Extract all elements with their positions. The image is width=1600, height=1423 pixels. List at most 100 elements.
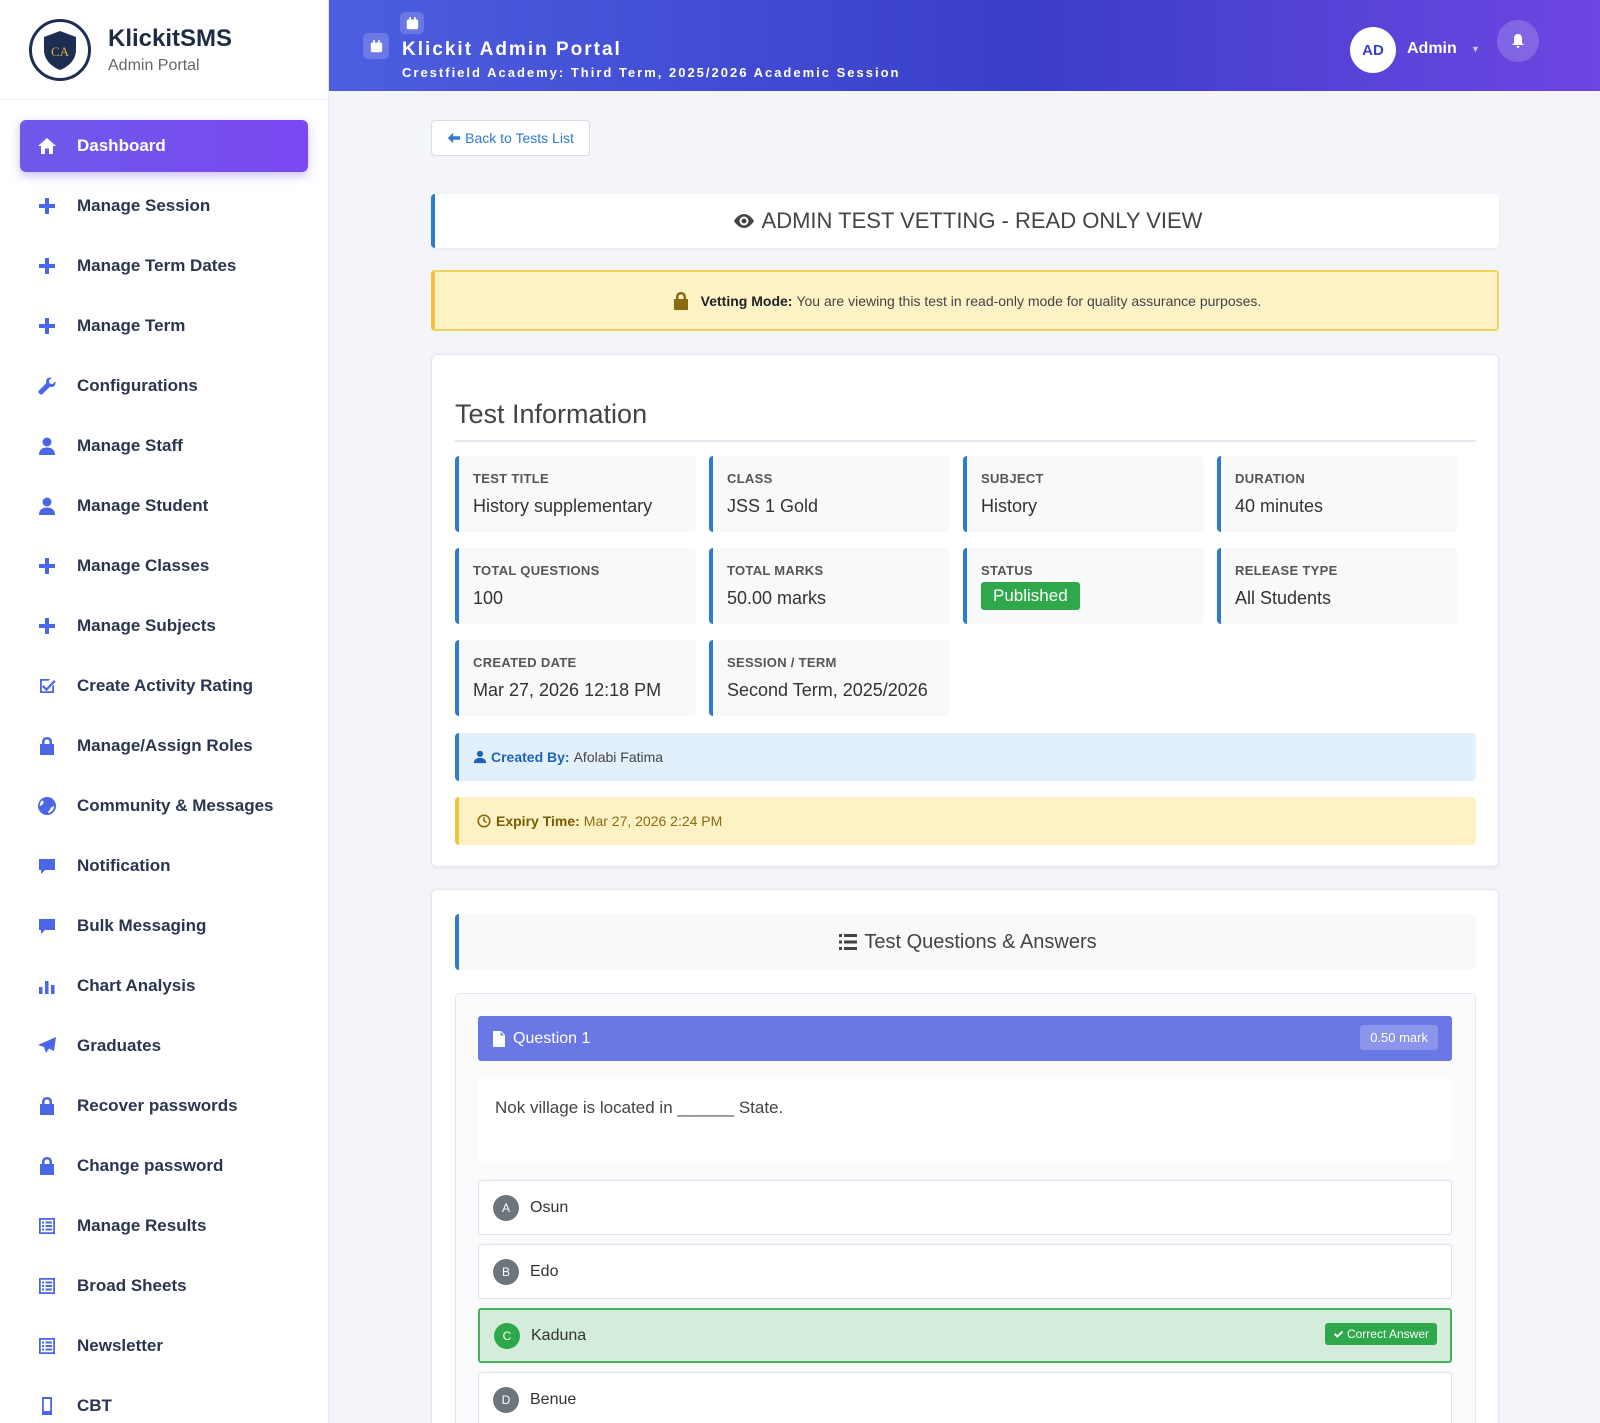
option-letter: A [493, 1194, 519, 1221]
expiry-time-alert: Expiry Time: Mar 27, 2026 2:24 PM [455, 797, 1476, 845]
plus-icon [36, 255, 58, 277]
plus-icon [36, 195, 58, 217]
sidebar-item-cbt[interactable]: CBT [20, 1380, 308, 1423]
correct-answer-label: Correct Answer [1346, 1327, 1429, 1341]
sidebar-item-label: Dashboard [77, 136, 166, 155]
plus-icon [36, 555, 58, 577]
send-icon [36, 1035, 58, 1057]
info-tile-status: STATUS Published [963, 548, 1204, 624]
vetting-mode-alert: Vetting Mode: You are viewing this test … [431, 270, 1499, 331]
user-menu[interactable]: Admin [1407, 40, 1457, 58]
sidebar-item-label: Graduates [77, 1036, 162, 1055]
sidebar-item-newsletter[interactable]: Newsletter [20, 1320, 308, 1372]
sidebar-item-label: Manage/Assign Roles [77, 736, 253, 755]
clock-icon [477, 814, 491, 828]
sidebar-item-manage-assign-roles[interactable]: Manage/Assign Roles [20, 720, 308, 772]
field-value: JSS 1 Gold [727, 496, 819, 516]
lock-icon [36, 735, 58, 757]
field-label: TOTAL MARKS [727, 563, 824, 578]
sidebar-item-configurations[interactable]: Configurations [20, 360, 308, 412]
field-value: 40 minutes [1235, 496, 1324, 516]
field-value: Second Term, 2025/2026 [727, 680, 928, 700]
expiry-label: Expiry Time: [496, 813, 580, 829]
brand[interactable]: CA KlickitSMS Admin Portal [0, 0, 328, 100]
info-tile-total-marks: TOTAL MARKS 50.00 marks [709, 548, 950, 624]
sidebar-item-label: Manage Results [77, 1216, 207, 1235]
field-label: RELEASE TYPE [1235, 563, 1338, 578]
sidebar-item-manage-student[interactable]: Manage Student [20, 480, 308, 532]
sidebar-item-manage-subjects[interactable]: Manage Subjects [20, 600, 308, 652]
list-alt-icon [36, 1275, 58, 1297]
sidebar-item-label: Manage Subjects [77, 616, 216, 635]
info-tile-total-questions: TOTAL QUESTIONS 100 [455, 548, 696, 624]
vetting-heading-text: ADMIN TEST VETTING - READ ONLY VIEW [761, 208, 1203, 233]
sidebar-item-label: Manage Student [77, 496, 209, 515]
sidebar-item-create-activity-rating[interactable]: Create Activity Rating [20, 660, 308, 712]
back-to-tests-button[interactable]: Back to Tests List [431, 120, 590, 156]
arrow-left-icon [448, 132, 461, 144]
avatar[interactable]: AD [1350, 27, 1396, 73]
sidebar-item-chart-analysis[interactable]: Chart Analysis [20, 960, 308, 1012]
bell-icon[interactable] [1497, 20, 1539, 62]
sidebar-item-label: Newsletter [77, 1336, 163, 1355]
session-subtitle: Crestfield Academy: Third Term, 2025/202… [402, 65, 901, 80]
sidebar-item-manage-session[interactable]: Manage Session [20, 180, 308, 232]
sidebar-item-community-and-messages[interactable]: Community & Messages [20, 780, 308, 832]
field-label: CREATED DATE [473, 655, 577, 670]
sidebar-item-label: CBT [77, 1396, 112, 1415]
plus-icon [36, 315, 58, 337]
lock-icon [36, 1095, 58, 1117]
check-icon [1333, 1330, 1344, 1338]
sidebar-item-bulk-messaging[interactable]: Bulk Messaging [20, 900, 308, 952]
option-text: Kaduna [531, 1326, 587, 1344]
field-value: 100 [473, 588, 504, 608]
option-text: Benue [530, 1390, 577, 1408]
sidebar-item-manage-term[interactable]: Manage Term [20, 300, 308, 352]
globe-icon [36, 795, 58, 817]
sidebar-item-recover-passwords[interactable]: Recover passwords [20, 1080, 308, 1132]
calendar-icon [363, 33, 389, 59]
sidebar-item-label: Change password [77, 1156, 224, 1175]
option-letter: D [493, 1386, 519, 1413]
sidebar-item-manage-classes[interactable]: Manage Classes [20, 540, 308, 592]
section-title: Test Information [455, 399, 648, 429]
user-icon [36, 495, 58, 517]
sidebar-item-notification[interactable]: Notification [20, 840, 308, 892]
info-tile-test-title: TEST TITLE History supplementary [455, 456, 696, 532]
field-value: History [981, 496, 1038, 516]
sidebar-item-change-password[interactable]: Change password [20, 1140, 308, 1192]
lock-icon [36, 1155, 58, 1177]
answer-option-b: B Edo [478, 1244, 1452, 1299]
field-value: Mar 27, 2026 12:18 PM [473, 680, 662, 700]
answer-option-a: A Osun [478, 1180, 1452, 1235]
sidebar-item-manage-term-dates[interactable]: Manage Term Dates [20, 240, 308, 292]
expiry-value: Mar 27, 2026 2:24 PM [583, 813, 723, 829]
sidebar-item-label: Notification [77, 856, 171, 875]
field-label: DURATION [1235, 471, 1306, 486]
field-label: SESSION / TERM [727, 655, 837, 670]
sidebar-item-label: Broad Sheets [77, 1276, 187, 1295]
lock-icon [673, 291, 688, 310]
user-icon [36, 435, 58, 457]
correct-answer-badge: Correct Answer [1324, 1323, 1437, 1345]
top-header: Klickit Admin Portal Crestfield Academy:… [329, 0, 1600, 91]
vetting-mode-text: You are viewing this test in read-only m… [796, 292, 1262, 309]
field-value: 50.00 marks [727, 588, 827, 608]
sidebar-item-manage-staff[interactable]: Manage Staff [20, 420, 308, 472]
sidebar-item-graduates[interactable]: Graduates [20, 1020, 308, 1072]
sidebar-item-label: Chart Analysis [77, 976, 196, 995]
sidebar-item-manage-results[interactable]: Manage Results [20, 1200, 308, 1252]
chevron-down-icon[interactable]: ▼ [1471, 44, 1480, 54]
back-button-label: Back to Tests List [465, 130, 574, 146]
check-square-icon [36, 675, 58, 697]
svg-text:CA: CA [51, 44, 70, 59]
field-label: TEST TITLE [473, 471, 549, 486]
sidebar-item-dashboard[interactable]: Dashboard [20, 120, 308, 172]
questions-card: Test Questions & Answers Question 1 0.50… [431, 889, 1499, 1423]
sidebar-item-label: Manage Session [77, 196, 211, 215]
question-mark-badge: 0.50 mark [1360, 1025, 1438, 1050]
sidebar: CA KlickitSMS Admin Portal Dashboard Mana… [0, 0, 329, 1423]
sidebar-item-broad-sheets[interactable]: Broad Sheets [20, 1260, 308, 1312]
question-header: Question 1 0.50 mark [478, 1016, 1452, 1061]
questions-heading: Test Questions & Answers [455, 914, 1476, 970]
